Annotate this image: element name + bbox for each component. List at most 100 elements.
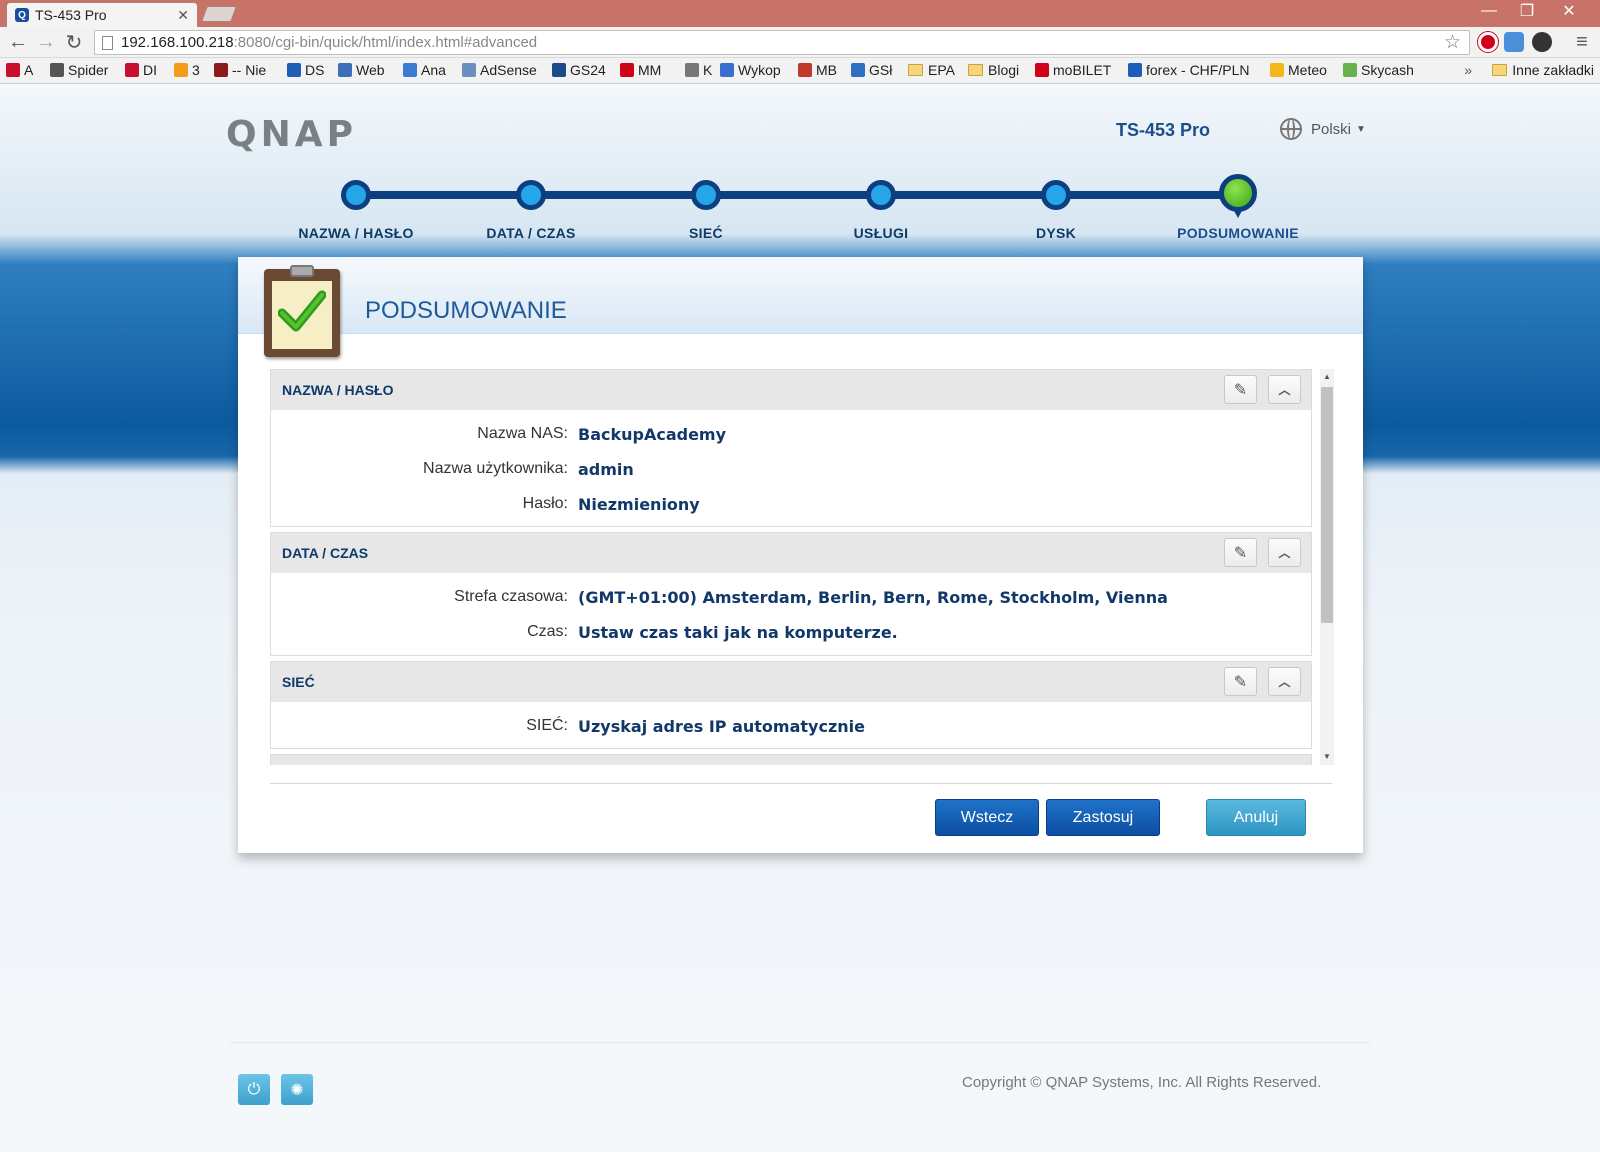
row-value: Uzyskaj adres IP automatycznie: [578, 717, 865, 736]
step-dot-summary: [1219, 174, 1257, 218]
bookmark-item[interactable]: MM: [620, 62, 661, 78]
menu-icon[interactable]: ≡: [1570, 30, 1594, 54]
back-arrow-icon[interactable]: ←: [6, 30, 30, 54]
cancel-button[interactable]: Anuluj: [1206, 799, 1306, 836]
bookmark-label: Ana: [421, 62, 446, 78]
adblock-extension-icon[interactable]: [1478, 32, 1498, 52]
language-label: Polski: [1311, 120, 1352, 138]
folder-icon: [908, 64, 923, 76]
new-tab-button[interactable]: [201, 6, 237, 22]
bookmark-favicon-icon: [1270, 63, 1284, 77]
browser-tab[interactable]: Q TS-453 Pro ✕: [6, 2, 198, 27]
collapse-button[interactable]: ︿: [1268, 667, 1301, 696]
panel-title: PODSUMOWANIE: [365, 297, 567, 324]
chevron-up-icon: ︿: [1278, 383, 1291, 397]
other-bookmarks[interactable]: Inne zakładki: [1492, 62, 1594, 78]
bookmark-label: forex - CHF/PLN: [1146, 62, 1250, 78]
step-dot-date-time[interactable]: [516, 180, 546, 210]
bookmark-item[interactable]: Wykop: [720, 62, 781, 78]
forward-arrow-icon[interactable]: →: [34, 30, 58, 54]
bookmark-label: Skycash: [1361, 62, 1414, 78]
row-value: (GMT+01:00) Amsterdam, Berlin, Bern, Rom…: [578, 588, 1168, 607]
bookmark-item[interactable]: EPA: [908, 62, 955, 78]
bookmark-item[interactable]: K: [685, 62, 712, 78]
bookmark-favicon-icon: [1128, 63, 1142, 77]
bookmark-label: Meteo: [1288, 62, 1327, 78]
bookmark-label: A: [24, 62, 34, 78]
bookmarks-bar: Inne zakładki » A Spider DI 3 -- Nie DS Web Ana…: [0, 58, 1600, 84]
folder-icon: [1492, 64, 1508, 76]
section-date-time: DATA / CZAS ✎ ︿ Strefa czasowa: (GMT+01:…: [270, 532, 1312, 656]
step-label-summary: PODSUMOWANIE: [1177, 225, 1299, 241]
step-label-date-time[interactable]: DATA / CZAS: [431, 225, 631, 241]
bookmark-item[interactable]: A: [6, 62, 33, 78]
bookmark-star-icon[interactable]: ☆: [1444, 31, 1461, 54]
tab-close-icon[interactable]: ✕: [177, 7, 189, 24]
scroll-down-arrow-icon[interactable]: ▼: [1320, 749, 1334, 765]
back-button[interactable]: Wstecz: [935, 799, 1039, 836]
step-dot-name-password[interactable]: [341, 180, 371, 210]
reload-icon[interactable]: ↻: [62, 30, 86, 54]
edit-button[interactable]: ✎: [1224, 375, 1257, 404]
step-dot-services[interactable]: [866, 180, 896, 210]
address-bar[interactable]: 192.168.100.218:8080/cgi-bin/quick/html/…: [94, 30, 1470, 55]
step-dot-disk[interactable]: [1041, 180, 1071, 210]
maximize-button[interactable]: ❐: [1508, 0, 1546, 22]
step-label-disk[interactable]: DYSK: [956, 225, 1156, 241]
qnap-logo: QNAP: [226, 114, 357, 155]
divider: [270, 783, 1332, 784]
scrollbar-thumb[interactable]: [1321, 387, 1333, 623]
edit-button[interactable]: ✎: [1224, 667, 1257, 696]
bookmark-item[interactable]: 3: [174, 62, 200, 78]
bookmark-item[interactable]: DI: [125, 62, 157, 78]
bookmark-item[interactable]: AdSense: [462, 62, 537, 78]
bookmark-favicon-icon: [851, 63, 865, 77]
bookmark-item[interactable]: Spider: [50, 62, 108, 78]
bookmark-item[interactable]: GS24: [552, 62, 606, 78]
bookmark-item[interactable]: Ana: [403, 62, 446, 78]
bookmark-item[interactable]: Meteo: [1270, 62, 1327, 78]
restart-icon[interactable]: ✺: [281, 1074, 313, 1105]
bookmark-favicon-icon: [1343, 63, 1357, 77]
pencil-icon: ✎: [1233, 381, 1248, 399]
collapse-button[interactable]: ︿: [1268, 375, 1301, 404]
bookmark-favicon-icon: [620, 63, 634, 77]
summary-scroll-area[interactable]: NAZWA / HASŁO ✎ ︿ Nazwa NAS: BackupAcade…: [270, 369, 1312, 765]
edit-button[interactable]: ✎: [1224, 538, 1257, 567]
bookmark-item[interactable]: GSł: [851, 62, 892, 78]
step-label-name-password[interactable]: NAZWA / HASŁO: [256, 225, 456, 241]
step-dot-network[interactable]: [691, 180, 721, 210]
section-header: NAZWA / HASŁO ✎ ︿: [271, 370, 1311, 410]
bookmark-label: Wykop: [738, 62, 781, 78]
bookmarks-overflow-button[interactable]: »: [1464, 62, 1472, 78]
bookmark-item[interactable]: -- Nie: [214, 62, 266, 78]
language-selector[interactable]: Polski ▼: [1280, 118, 1366, 140]
bookmark-item[interactable]: moBILET: [1035, 62, 1111, 78]
step-label-network[interactable]: SIEĆ: [606, 225, 806, 241]
close-window-button[interactable]: ✕: [1550, 0, 1588, 22]
step-label-services[interactable]: USŁUGI: [781, 225, 981, 241]
scrollbar[interactable]: ▲ ▼: [1320, 369, 1334, 765]
bookmark-label: Spider: [68, 62, 109, 78]
page: QNAP TS-453 Pro Polski ▼ NAZWA / HASŁO D…: [0, 84, 1600, 1152]
bookmark-item[interactable]: Skycash: [1343, 62, 1414, 78]
download-extension-icon[interactable]: [1532, 32, 1552, 52]
row-label: Czas:: [527, 623, 568, 640]
collapse-button[interactable]: ︿: [1268, 538, 1301, 567]
summary-row: Nazwa użytkownika: admin: [271, 451, 1311, 486]
apply-button[interactable]: Zastosuj: [1046, 799, 1160, 836]
bookmark-item[interactable]: Blogi: [968, 62, 1019, 78]
bookmark-item[interactable]: DS: [287, 62, 324, 78]
power-icon[interactable]: ⏻: [238, 1074, 270, 1105]
extension-badge-icon[interactable]: [1504, 32, 1524, 52]
bookmark-label: DS: [305, 62, 325, 78]
section-header: SIEĆ ✎ ︿: [271, 662, 1311, 702]
bookmark-item[interactable]: Web: [338, 62, 385, 78]
bookmark-item[interactable]: forex - CHF/PLN: [1128, 62, 1249, 78]
scroll-up-arrow-icon[interactable]: ▲: [1320, 369, 1334, 385]
bookmark-item[interactable]: MB: [798, 62, 837, 78]
minimize-button[interactable]: —: [1470, 0, 1508, 22]
chevron-up-icon: ︿: [1278, 546, 1291, 560]
bookmark-favicon-icon: [720, 63, 734, 77]
bookmark-label: moBILET: [1053, 62, 1112, 78]
